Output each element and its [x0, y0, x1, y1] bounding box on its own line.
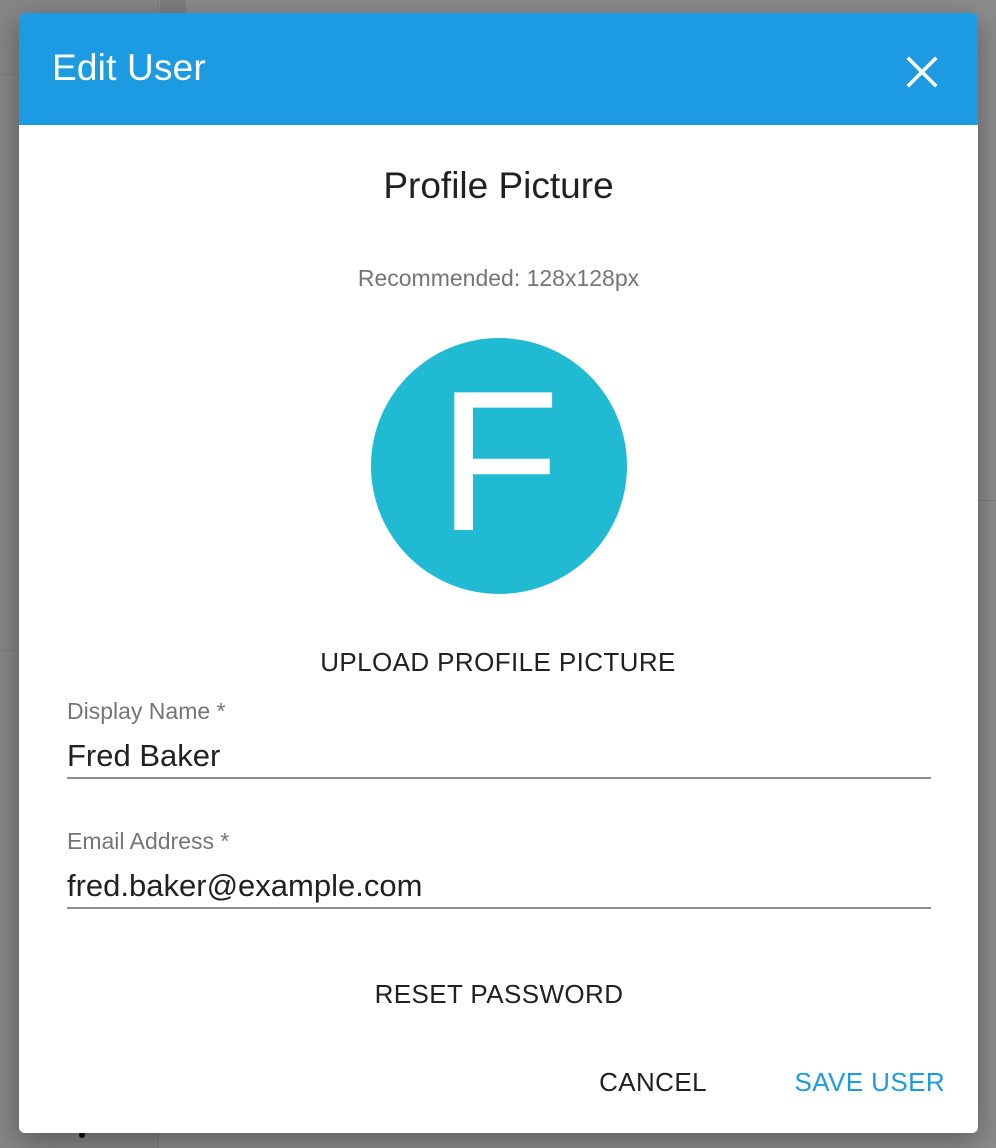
display-name-input[interactable]: [67, 735, 931, 779]
display-name-label: Display Name *: [67, 698, 226, 724]
close-button[interactable]: [899, 49, 945, 95]
email-label: Email Address *: [67, 828, 230, 854]
edit-user-dialog: Edit User Profile Picture Recommended: 1…: [19, 13, 978, 1133]
display-name-field-group: Display Name *: [67, 697, 931, 779]
reset-password-button[interactable]: RESET PASSWORD: [349, 971, 649, 1017]
avatar: F: [371, 338, 627, 594]
save-user-button[interactable]: SAVE USER: [775, 1059, 945, 1105]
email-field-group: Email Address *: [67, 827, 931, 909]
email-input[interactable]: [67, 865, 931, 909]
avatar-initial: F: [437, 350, 561, 573]
upload-profile-picture-button[interactable]: UPLOAD PROFILE PICTURE: [298, 639, 698, 685]
profile-picture-title: Profile Picture: [383, 165, 614, 206]
dialog-title: Edit User: [52, 47, 206, 88]
recommended-size-hint: Recommended: 128x128px: [357, 265, 640, 291]
close-icon: [906, 56, 938, 88]
dialog-header: Edit User: [19, 13, 978, 125]
background-divider: [978, 500, 996, 501]
cancel-button[interactable]: CANCEL: [587, 1059, 719, 1105]
background-toolbar-strip: [160, 0, 186, 14]
